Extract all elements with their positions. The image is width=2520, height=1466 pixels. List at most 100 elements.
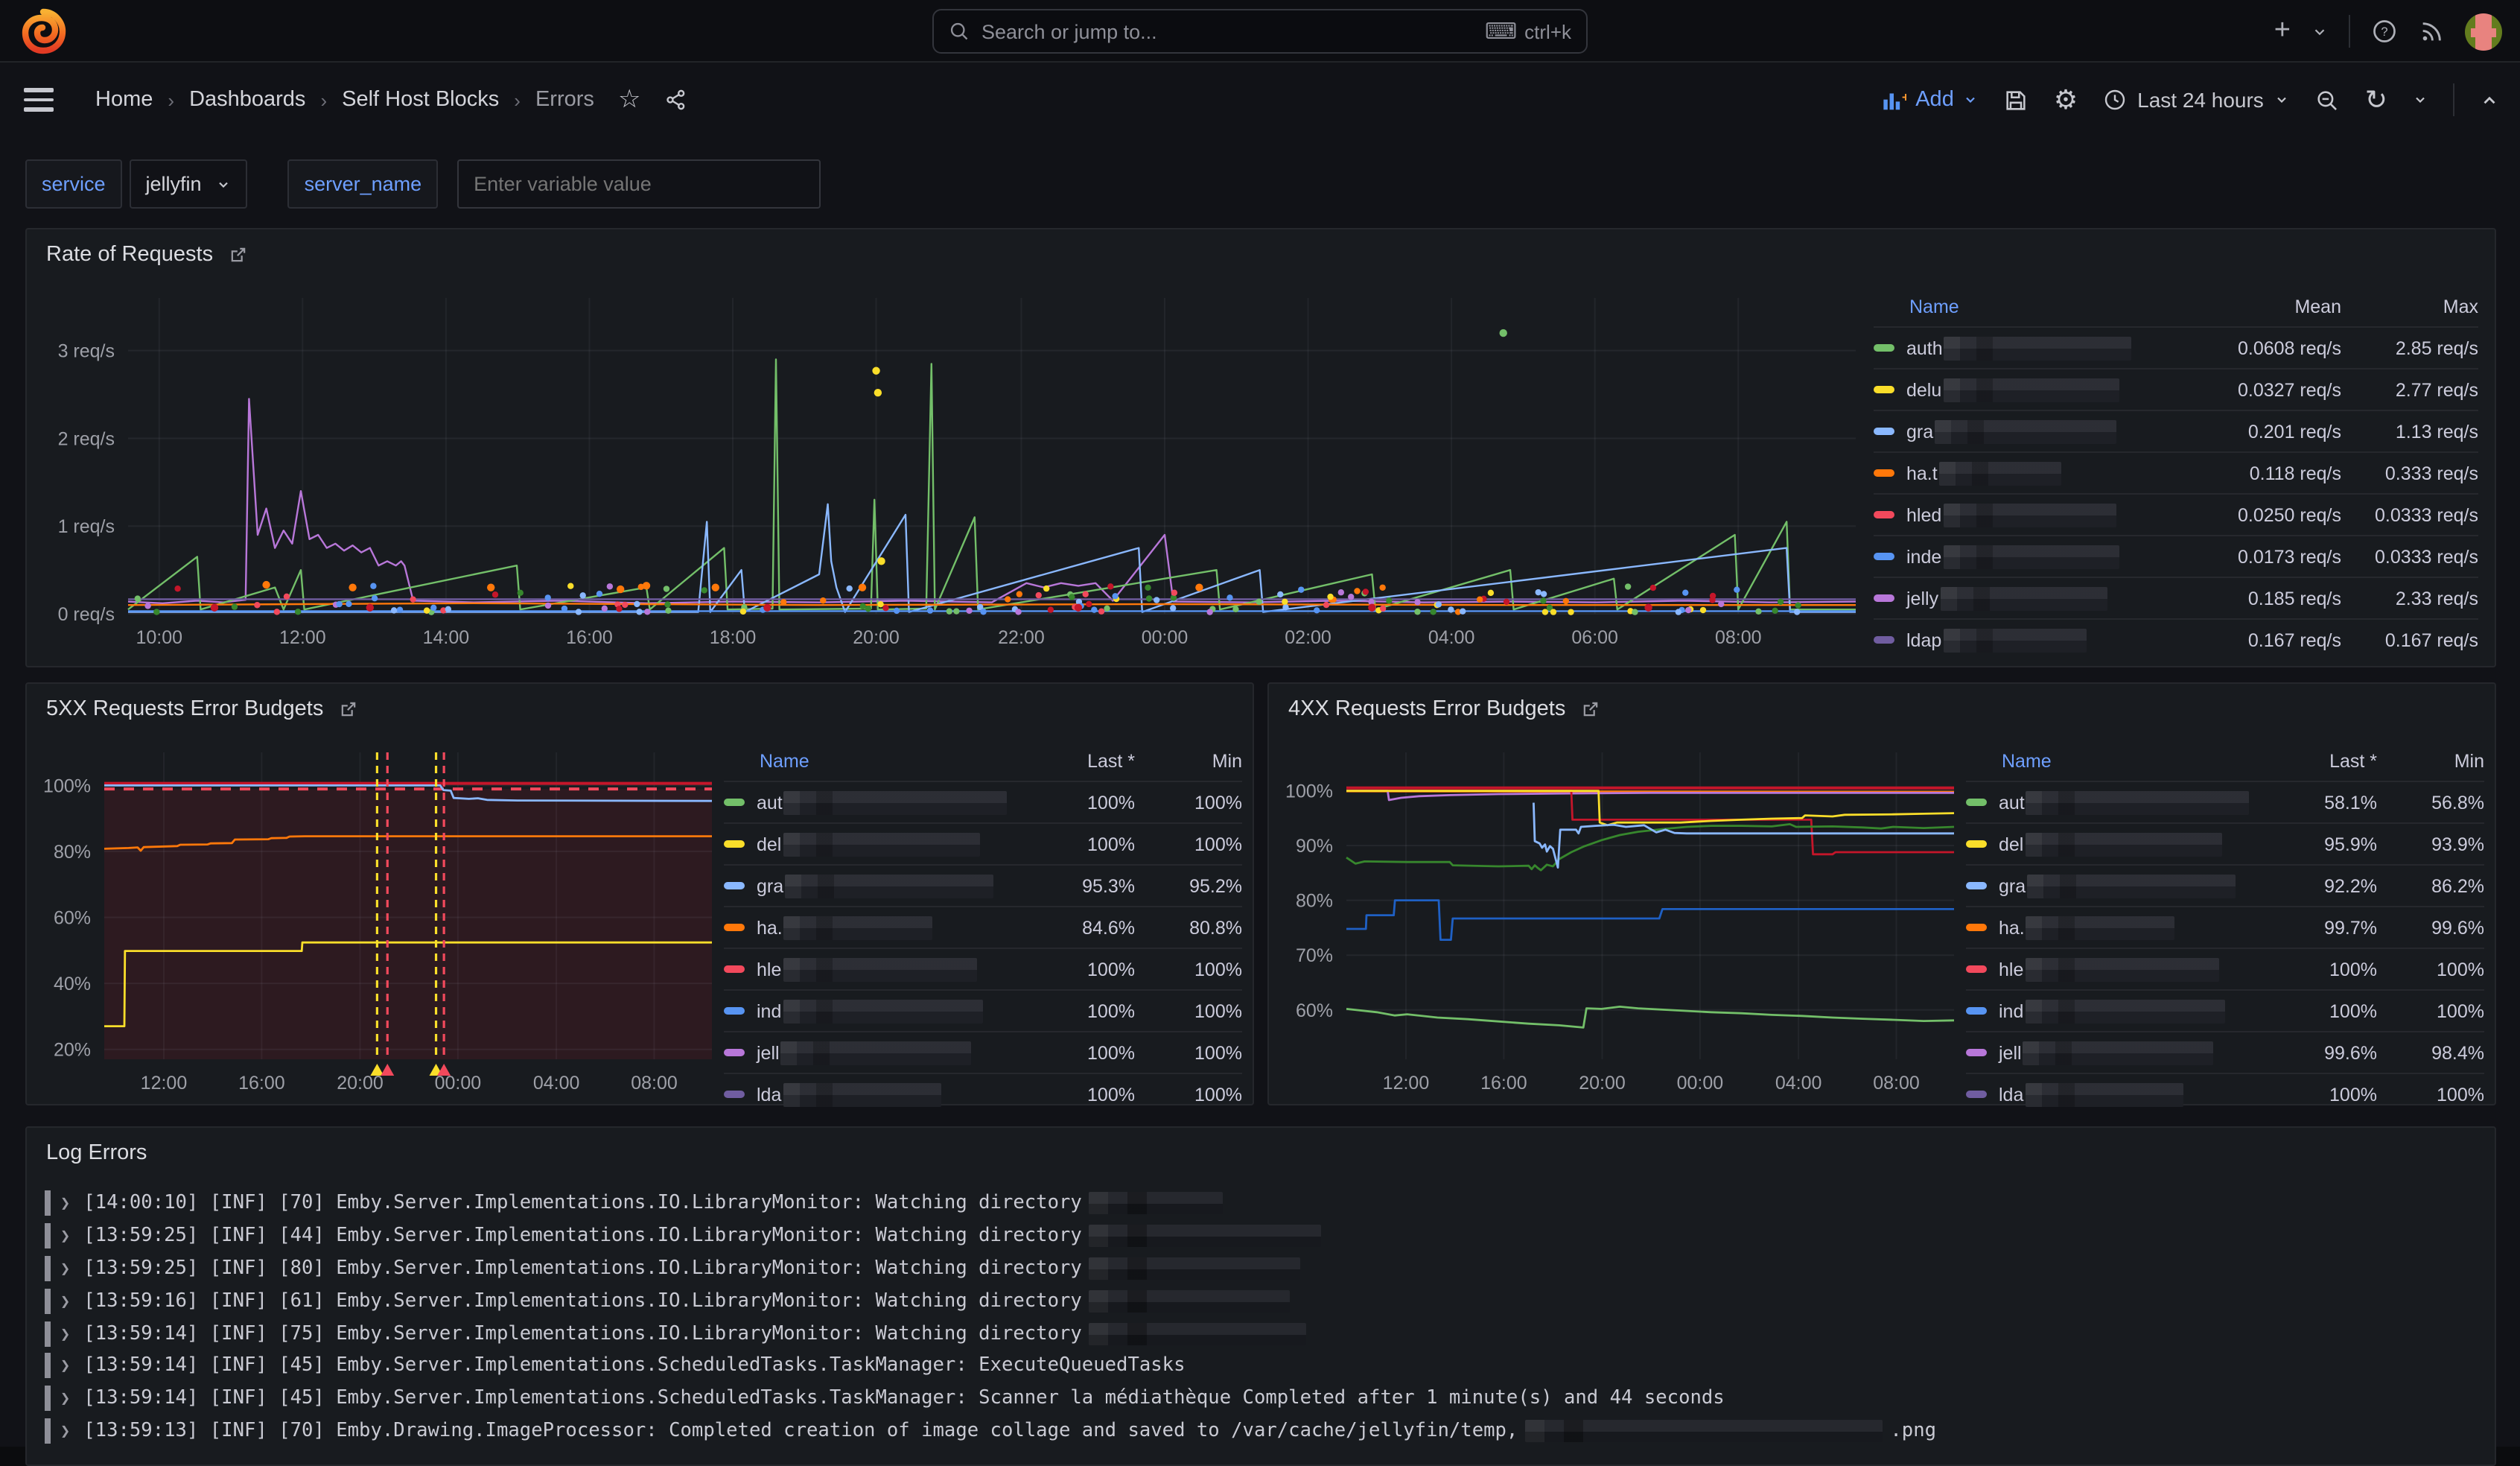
legend-series-name[interactable]: hle — [1966, 948, 2255, 989]
breadcrumb-dashboards[interactable]: Dashboards — [189, 88, 305, 112]
legend-series-name[interactable]: del — [1966, 822, 2255, 864]
legend-series-name[interactable]: hle — [724, 948, 1013, 989]
legend-header-name[interactable]: Name — [1874, 292, 2186, 326]
legend-header-min[interactable]: Min — [1135, 746, 1242, 781]
legend-series-name[interactable]: aut — [1966, 781, 2255, 822]
noise-dot — [1772, 608, 1778, 614]
legend-series-name[interactable]: jelly — [1874, 577, 2186, 618]
time-range-picker[interactable]: Last 24 hours — [2103, 88, 2289, 112]
external-link-icon[interactable] — [1580, 699, 1601, 720]
legend-series-name[interactable]: gra — [1874, 410, 2186, 451]
log-expand-chevron-icon[interactable]: ❯ — [60, 1389, 70, 1408]
menu-toggle-icon[interactable] — [24, 89, 54, 112]
noise-dot — [1414, 609, 1420, 615]
save-dashboard-icon[interactable] — [2003, 87, 2029, 112]
legend-series-name[interactable]: aut — [724, 781, 1013, 822]
noise-dot — [865, 606, 871, 612]
legend-series-name[interactable]: ind — [724, 989, 1013, 1031]
log-expand-chevron-icon[interactable]: ❯ — [60, 1324, 70, 1343]
external-link-icon[interactable] — [338, 699, 359, 720]
settings-gear-icon[interactable]: ⚙ — [2054, 84, 2078, 115]
legend-series-name[interactable]: ind — [1966, 989, 2255, 1031]
redacted-text — [2025, 957, 2218, 981]
legend-header-mean[interactable]: Mean — [2186, 292, 2341, 326]
noise-dot — [1795, 602, 1801, 608]
log-level-bar — [45, 1191, 50, 1216]
legend-series-name[interactable]: ha.t — [1874, 451, 2186, 493]
noise-dot — [946, 608, 952, 614]
err5-chart-svg[interactable]: 20%40%60%80%100%12:0016:0020:0000:0004:0… — [33, 737, 718, 1104]
news-rss-icon[interactable] — [2419, 19, 2444, 44]
legend-header-max[interactable]: Max — [2341, 292, 2478, 326]
log-expand-chevron-icon[interactable]: ❯ — [60, 1226, 70, 1246]
panel-title[interactable]: 4XX Requests Error Budgets — [1288, 697, 1601, 721]
favorite-star-icon[interactable]: ☆ — [618, 85, 641, 115]
log-line[interactable]: ❯[13:59:14] [INF] [45] Emby.Server.Imple… — [45, 1350, 2480, 1383]
panel-title[interactable]: Log Errors — [46, 1141, 147, 1165]
noise-dot — [1298, 586, 1304, 592]
log-expand-chevron-icon[interactable]: ❯ — [60, 1421, 70, 1441]
noise-dot — [1536, 589, 1541, 595]
zoom-out-icon[interactable] — [2314, 87, 2340, 112]
log-line[interactable]: ❯[13:59:14] [INF] [75] Emby.Server.Imple… — [45, 1317, 2480, 1350]
rate-chart[interactable]: 0 req/s1 req/s2 req/s3 req/s10:0012:0014… — [42, 280, 1865, 672]
legend-series-name[interactable]: lda — [1966, 1073, 2255, 1114]
annotation-marker[interactable] — [381, 1064, 394, 1076]
legend-header-last[interactable]: Last * — [1013, 746, 1135, 781]
breadcrumb-folder[interactable]: Self Host Blocks — [342, 88, 499, 112]
legend-series-name[interactable]: jell — [1966, 1031, 2255, 1073]
noise-dot — [346, 601, 351, 607]
log-expand-chevron-icon[interactable]: ❯ — [60, 1194, 70, 1213]
legend-series-name[interactable]: inde — [1874, 535, 2186, 577]
user-avatar[interactable] — [2465, 13, 2502, 50]
add-panel-button[interactable]: + Add — [1881, 88, 1978, 112]
external-link-icon[interactable] — [228, 244, 249, 265]
log-line[interactable]: ❯[13:59:13] [INF] [70] Emby.Drawing.Imag… — [45, 1415, 2480, 1447]
refresh-icon[interactable]: ↻ — [2365, 84, 2387, 115]
grafana-logo-icon[interactable] — [19, 7, 67, 55]
breadcrumb-home[interactable]: Home — [95, 88, 153, 112]
panel-title[interactable]: Rate of Requests — [46, 243, 249, 267]
legend-header-last[interactable]: Last * — [2255, 746, 2377, 781]
panel-title[interactable]: 5XX Requests Error Budgets — [46, 697, 359, 721]
legend-header-name[interactable]: Name — [1966, 746, 2255, 781]
variable-server-name-input[interactable] — [457, 159, 821, 209]
log-line[interactable]: ❯[13:59:25] [INF] [80] Emby.Server.Imple… — [45, 1252, 2480, 1285]
noise-dot — [135, 595, 141, 601]
legend-series-name[interactable]: ldap — [1874, 618, 2186, 660]
legend-series-name[interactable]: lda — [724, 1073, 1013, 1114]
legend-value: 100% — [1013, 1031, 1135, 1073]
share-icon[interactable] — [664, 88, 688, 112]
x-tick-label: 12:00 — [1383, 1073, 1430, 1094]
log-expand-chevron-icon[interactable]: ❯ — [60, 1356, 70, 1376]
legend-series-name[interactable]: jell — [724, 1031, 1013, 1073]
legend-series-name[interactable]: delu — [1874, 368, 2186, 410]
legend-series-name[interactable]: ha. — [724, 906, 1013, 948]
help-icon[interactable]: ? — [2371, 18, 2398, 45]
new-button[interactable]: + — [2274, 15, 2291, 48]
log-line[interactable]: ❯[13:59:14] [INF] [45] Emby.Server.Imple… — [45, 1383, 2480, 1415]
legend-series-name[interactable]: ha. — [1966, 906, 2255, 948]
legend-header-name[interactable]: Name — [724, 746, 1013, 781]
log-expand-chevron-icon[interactable]: ❯ — [60, 1259, 70, 1278]
log-line[interactable]: ❯[13:59:25] [INF] [44] Emby.Server.Imple… — [45, 1220, 2480, 1253]
err4-chart-svg[interactable]: 60%70%80%90%100%12:0016:0020:0000:0004:0… — [1275, 737, 1960, 1104]
variable-service-select[interactable]: jellyfin — [130, 159, 248, 209]
legend-series-name[interactable]: gra — [724, 864, 1013, 906]
log-expand-chevron-icon[interactable]: ❯ — [60, 1292, 70, 1311]
log-line[interactable]: ❯[14:00:10] [INF] [70] Emby.Server.Imple… — [45, 1187, 2480, 1220]
rate-chart-svg[interactable]: 0 req/s1 req/s2 req/s3 req/s10:0012:0014… — [42, 280, 1865, 664]
new-chevron-down-icon[interactable] — [2311, 23, 2328, 39]
err5-chart[interactable]: 20%40%60%80%100%12:0016:0020:0000:0004:0… — [33, 737, 718, 1111]
legend-series-name[interactable]: gra — [1966, 864, 2255, 906]
legend-series-name[interactable]: hled — [1874, 493, 2186, 535]
refresh-chevron-down-icon[interactable] — [2413, 92, 2428, 107]
collapse-chevron-up-icon[interactable] — [2480, 90, 2499, 110]
legend-series-name[interactable]: auth — [1874, 326, 2186, 368]
legend-series-name[interactable]: del — [724, 822, 1013, 864]
log-line[interactable]: ❯[13:59:16] [INF] [61] Emby.Server.Imple… — [45, 1285, 2480, 1318]
noise-dot — [616, 606, 622, 612]
search-input[interactable]: Search or jump to... ⌨ ctrl+k — [932, 9, 1588, 54]
err4-chart[interactable]: 60%70%80%90%100%12:0016:0020:0000:0004:0… — [1275, 737, 1960, 1111]
legend-header-min[interactable]: Min — [2377, 746, 2484, 781]
